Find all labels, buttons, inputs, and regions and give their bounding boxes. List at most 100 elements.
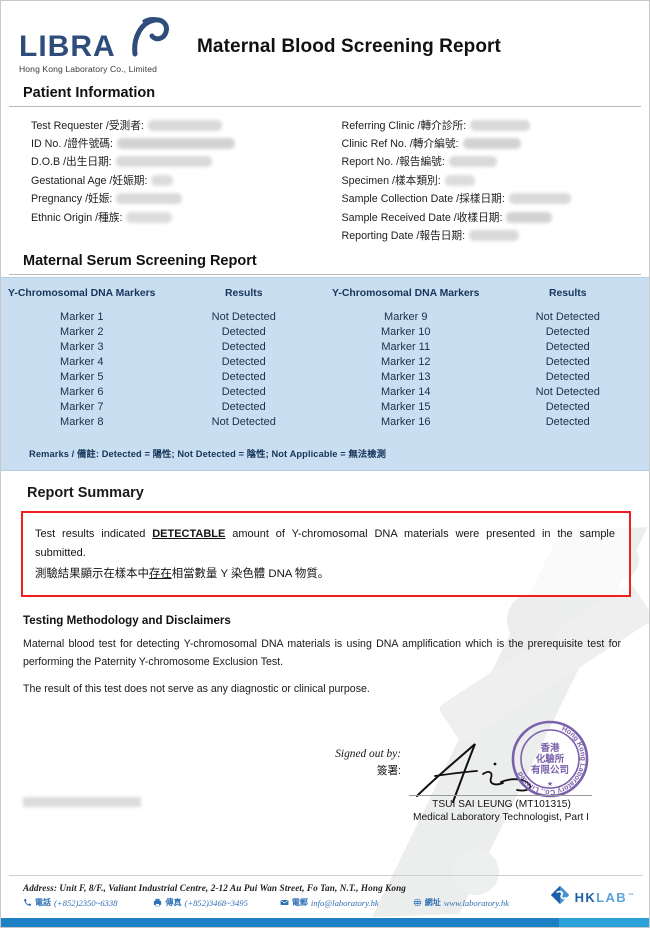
cell-marker-right: Marker 11 bbox=[381, 340, 431, 353]
signed-out-by-label: Signed out by: 簽署: bbox=[323, 748, 401, 778]
field-gestational-age: Gestational Age /妊娠期: bbox=[31, 171, 339, 189]
field-label: Report No. /報告編號: bbox=[341, 156, 445, 169]
cell-marker-left: Marker 8 bbox=[60, 415, 104, 428]
cell-marker-left: Marker 7 bbox=[60, 400, 104, 413]
signatory-title: Medical Laboratory Technologist, Part I bbox=[413, 811, 589, 823]
cell-result-right: Detected bbox=[545, 415, 590, 428]
logo-wordmark: LIBRA bbox=[19, 30, 116, 63]
redacted-value bbox=[448, 156, 497, 168]
summary-en-before: Test results indicated bbox=[35, 527, 153, 540]
contact-phone: 電話 (+852)2350~6338 bbox=[23, 897, 117, 908]
cell-marker-right: Marker 15 bbox=[380, 400, 431, 413]
redacted-value bbox=[469, 230, 520, 242]
redacted-value bbox=[116, 138, 235, 150]
svg-text:有限公司: 有限公司 bbox=[531, 764, 569, 776]
field-dob: D.O.B /出生日期: bbox=[31, 153, 339, 171]
logo-tagline: Hong Kong Laboratory Co., Limited bbox=[19, 64, 158, 74]
field-label: ID No. /證件號碼: bbox=[31, 138, 113, 151]
contact-fax: 傳真 (+852)3468~3495 bbox=[153, 897, 248, 908]
redacted-value bbox=[126, 211, 173, 223]
contact-label-zh: 傳真 bbox=[165, 898, 182, 907]
svg-text:化驗所: 化驗所 bbox=[536, 753, 565, 765]
field-referring-clinic: Referring Clinic /轉介診所: bbox=[342, 116, 650, 134]
report-page: LIBRA Hong Kong Laboratory Co., Limited … bbox=[0, 0, 650, 928]
email-icon bbox=[280, 898, 289, 907]
cell-result-left: Detected bbox=[221, 325, 266, 338]
contact-label-zh: 電郵 bbox=[291, 898, 308, 907]
field-label: Pregnancy /妊娠: bbox=[31, 193, 113, 206]
redacted-value bbox=[115, 156, 212, 168]
contact-website[interactable]: 網址 www.laboratory.hk bbox=[413, 897, 509, 908]
cell-result-right: Detected bbox=[545, 325, 590, 338]
svg-text:香港: 香港 bbox=[539, 742, 560, 754]
summary-english-text: Test results indicated DETECTABLE amount… bbox=[35, 525, 615, 563]
cell-result-left: Detected bbox=[221, 355, 266, 368]
report-header: LIBRA Hong Kong Laboratory Co., Limited … bbox=[1, 1, 649, 85]
field-test-requester: Test Requester /受測者: bbox=[31, 116, 339, 134]
signed-out-by-text: Signed out by: bbox=[335, 747, 401, 760]
serum-report-heading: Maternal Serum Screening Report bbox=[23, 252, 257, 269]
cell-marker-right: Marker 14 bbox=[380, 385, 431, 398]
globe-icon bbox=[413, 898, 422, 907]
field-label: Sample Collection Date /採樣日期: bbox=[341, 193, 505, 206]
hklab-lab: LAB bbox=[596, 890, 628, 905]
cell-result-right: Detected bbox=[545, 340, 590, 353]
field-ethnic-origin: Ethnic Origin /種族: bbox=[31, 208, 339, 226]
table-row: Marker 4 Detected Marker 12 Detected bbox=[1, 355, 649, 370]
column-header-markers-right: Y-Chromosomal DNA Markers bbox=[332, 287, 480, 299]
field-label: Test Requester /受測者: bbox=[31, 119, 144, 132]
cell-result-right: Detected bbox=[545, 370, 590, 383]
cell-marker-right: Marker 12 bbox=[380, 355, 431, 368]
table-row: Marker 5 Detected Marker 13 Detected bbox=[1, 370, 649, 385]
cell-marker-right: Marker 9 bbox=[384, 310, 428, 323]
contact-value: (+852)2350~6338 bbox=[54, 897, 118, 908]
redacted-footer-value bbox=[23, 797, 141, 807]
cell-result-left: Detected bbox=[221, 340, 266, 353]
report-footer: Address: Unit F, 8/F., Valiant Industria… bbox=[1, 797, 649, 927]
field-reporting-date: Reporting Date /報告日期: bbox=[342, 226, 650, 244]
redacted-value bbox=[506, 211, 553, 223]
cell-marker-left: Marker 5 bbox=[60, 370, 104, 383]
summary-zh-emphasis: 存在 bbox=[148, 567, 172, 580]
field-id-no: ID No. /證件號碼: bbox=[31, 134, 339, 152]
methodology-heading: Testing Methodology and Disclaimers bbox=[23, 613, 231, 627]
column-header-markers-left: Y-Chromosomal DNA Markers bbox=[8, 287, 156, 299]
table-row: Marker 2 Detected Marker 10 Detected bbox=[1, 325, 649, 340]
patient-information-grid: Test Requester /受測者: ID No. /證件號碼: D.O.B… bbox=[1, 107, 649, 253]
summary-chinese-text: 測驗結果顯示在樣本中存在相當數量 Y 染色體 DNA 物質。 bbox=[35, 565, 615, 584]
patient-info-left-column: Test Requester /受測者: ID No. /證件號碼: D.O.B… bbox=[1, 116, 339, 245]
contact-value[interactable]: info@laboratory.hk bbox=[311, 898, 379, 908]
phone-icon bbox=[23, 898, 32, 907]
field-label: Referring Clinic /轉介診所: bbox=[341, 119, 467, 132]
field-label: Reporting Date /報告日期: bbox=[341, 230, 466, 243]
cell-result-left: Detected bbox=[221, 370, 266, 383]
table-row: Marker 1 Not Detected Marker 9 Not Detec… bbox=[1, 310, 649, 325]
contact-value: (+852)3468~3495 bbox=[184, 897, 248, 908]
redacted-value bbox=[147, 119, 222, 131]
redacted-value bbox=[444, 174, 475, 186]
table-row: Marker 6 Detected Marker 14 Not Detected bbox=[1, 385, 649, 400]
field-label: Specimen /樣本類別: bbox=[341, 174, 441, 187]
field-clinic-ref-no: Clinic Ref No. /轉介編號: bbox=[342, 134, 650, 152]
cell-result-left: Not Detected bbox=[211, 310, 276, 323]
cell-result-left: Detected bbox=[221, 385, 266, 398]
contact-email[interactable]: 電郵 info@laboratory.hk bbox=[280, 897, 379, 908]
column-header-results-right: Results bbox=[548, 287, 587, 299]
markers-table: Y-Chromosomal DNA Markers Results Y-Chro… bbox=[1, 276, 649, 471]
cell-result-right: Not Detected bbox=[535, 385, 600, 398]
hklab-logo: HKLAB™ bbox=[549, 884, 635, 911]
field-label: Gestational Age /妊娠期: bbox=[31, 174, 148, 187]
patient-info-right-column: Referring Clinic /轉介診所: Clinic Ref No. /… bbox=[339, 116, 650, 245]
redacted-value bbox=[151, 174, 174, 186]
cell-result-left: Not Detected bbox=[211, 415, 276, 428]
report-summary-heading: Report Summary bbox=[27, 484, 144, 501]
cell-result-right: Not Detected bbox=[535, 310, 600, 323]
field-sample-received-date: Sample Received Date /收樣日期: bbox=[342, 208, 650, 226]
cell-marker-right: Marker 10 bbox=[380, 325, 431, 338]
contact-value[interactable]: www.laboratory.hk bbox=[444, 898, 509, 908]
redacted-value bbox=[116, 193, 183, 205]
redacted-value bbox=[508, 193, 571, 205]
contact-label-zh: 網址 bbox=[424, 898, 441, 907]
cell-result-right: Detected bbox=[545, 400, 590, 413]
cell-marker-left: Marker 3 bbox=[60, 340, 104, 353]
